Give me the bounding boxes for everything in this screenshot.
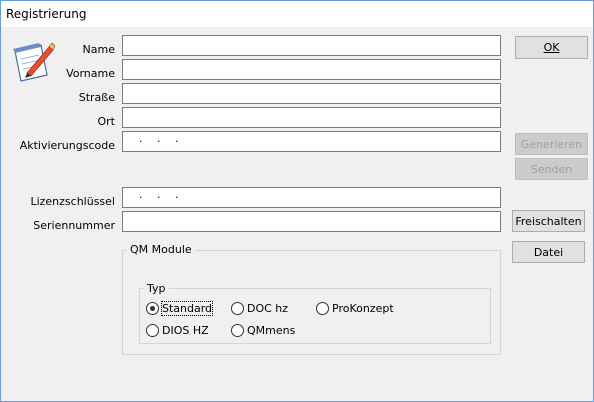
strasse-field[interactable] [122, 83, 501, 104]
vorname-label: Vorname [66, 67, 115, 80]
radio-prokonzept-label: ProKonzept [332, 301, 394, 315]
ort-field[interactable] [122, 107, 501, 128]
typ-title: Typ [144, 282, 169, 295]
radio-prokonzept-circle[interactable] [316, 301, 329, 315]
generieren-button-label: Generieren [520, 137, 583, 151]
radio-dios-hz[interactable]: DIOS HZ [146, 322, 209, 338]
lizenzschluessel-field[interactable] [122, 187, 501, 208]
lizenzschluessel-label: Lizenzschlüssel [30, 195, 115, 208]
radio-doc-hz[interactable]: DOC hz [231, 300, 288, 316]
freischalten-button-label: Freischalten [515, 214, 582, 228]
aktivierungscode-label: Aktivierungscode [19, 139, 115, 152]
radio-qmmens[interactable]: QMmens [231, 322, 295, 338]
datei-button-label: Datei [533, 245, 564, 259]
radio-standard-label: Standard [160, 300, 214, 316]
freischalten-button[interactable]: Freischalten [512, 210, 585, 232]
strasse-label: Straße [78, 91, 115, 104]
vorname-field[interactable] [122, 59, 501, 80]
radio-dios-hz-circle[interactable] [146, 323, 159, 337]
radio-dios-hz-label: DIOS HZ [162, 323, 209, 337]
radio-standard-circle[interactable] [146, 301, 159, 315]
qm-module-title: QM Module [127, 243, 195, 256]
senden-button[interactable]: Senden [515, 158, 588, 180]
name-field[interactable] [122, 35, 501, 56]
ok-button-label: OK [543, 41, 560, 54]
window-title: Registrierung [6, 7, 87, 21]
radio-prokonzept[interactable]: ProKonzept [316, 300, 394, 316]
ort-label: Ort [97, 115, 116, 128]
name-label: Name [82, 43, 115, 56]
seriennummer-field[interactable] [122, 211, 501, 232]
title-bar: Registrierung [1, 1, 593, 27]
datei-button[interactable]: Datei [512, 241, 585, 263]
ok-button[interactable]: OK [515, 36, 588, 59]
generieren-button[interactable]: Generieren [515, 133, 588, 155]
aktivierungscode-field[interactable] [122, 131, 501, 152]
radio-qmmens-label: QMmens [247, 323, 296, 337]
radio-standard[interactable]: Standard [146, 300, 214, 316]
radio-doc-hz-circle[interactable] [231, 301, 244, 315]
radio-qmmens-circle[interactable] [231, 323, 244, 337]
seriennummer-label: Seriennummer [33, 219, 115, 232]
senden-button-label: Senden [530, 162, 573, 176]
registration-dialog: Registrierung Name Vorname Straße Ort Ak… [0, 0, 594, 402]
radio-doc-hz-label: DOC hz [247, 301, 289, 315]
